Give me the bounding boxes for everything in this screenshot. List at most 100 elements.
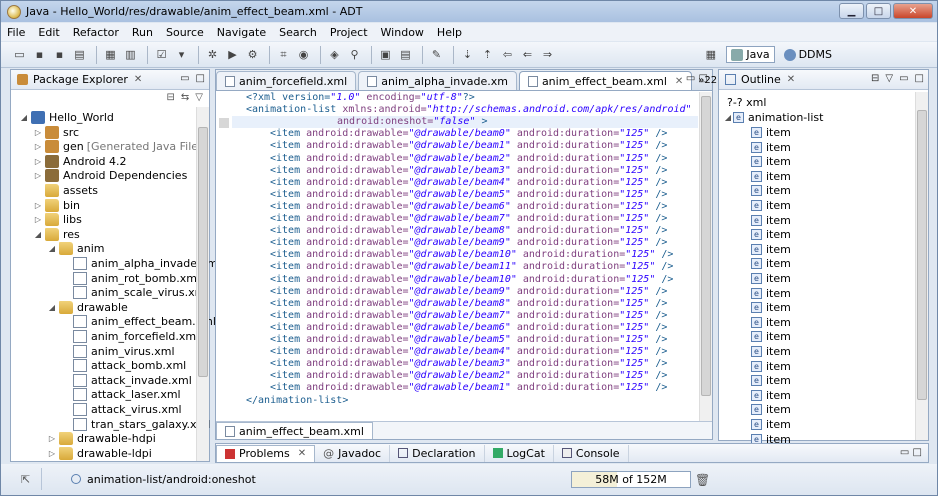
outline-node[interactable]: e item — [751, 169, 791, 184]
tab-javadoc[interactable]: @ Javadoc — [315, 444, 391, 462]
next-annotation-icon[interactable]: ⇣ — [459, 47, 476, 63]
minimize-view-icon[interactable]: ▭ — [180, 73, 189, 84]
last-edit-icon[interactable]: ⇦ — [499, 47, 516, 63]
maximize-view-icon[interactable]: □ — [196, 73, 205, 84]
outline-node[interactable]: e item — [751, 286, 791, 301]
tree-item[interactable]: assets — [33, 183, 98, 198]
expand-toggle-icon[interactable]: ◢ — [33, 230, 43, 239]
new-icon[interactable]: ▭ — [11, 47, 28, 63]
menu-window[interactable]: Window — [381, 26, 424, 39]
new-project-icon[interactable]: ⌗ — [275, 47, 292, 63]
expand-toggle-icon[interactable]: ▷ — [33, 128, 43, 137]
garbage-collect-icon[interactable]: 🗑 — [695, 473, 710, 487]
explorer-scrollbar[interactable] — [196, 107, 209, 461]
outline-node[interactable]: e item — [751, 373, 791, 388]
tree-item[interactable]: anim_virus.xml — [61, 344, 175, 359]
perspective-ddms[interactable]: DDMS — [779, 46, 837, 63]
outline-node[interactable]: e item — [751, 402, 791, 417]
tree-item[interactable]: ▷ bin — [33, 198, 80, 213]
tree-item[interactable]: tran_stars_galaxy.xml — [61, 417, 210, 432]
outline-node[interactable]: ?-? xml — [727, 95, 766, 110]
print-icon[interactable]: ▤ — [71, 47, 88, 63]
close-button[interactable]: ✕ — [893, 3, 933, 19]
tree-item[interactable]: ◢ res — [33, 227, 80, 242]
outline-node[interactable]: e item — [751, 198, 791, 213]
expand-toggle-icon[interactable]: ◢ — [47, 244, 57, 253]
tree-item[interactable]: ▷ Android 4.2 — [33, 154, 127, 169]
outline-node[interactable]: e item — [751, 271, 791, 286]
outline-node[interactable]: e item — [751, 359, 791, 374]
minimize-view-icon[interactable]: ▭ — [900, 447, 909, 458]
collapse-all-icon[interactable]: ⊟ — [871, 73, 879, 84]
outline-node[interactable]: e item — [751, 183, 791, 198]
editor-scroll-thumb[interactable] — [701, 96, 711, 396]
menu-navigate[interactable]: Navigate — [217, 26, 266, 39]
debug-icon[interactable]: ✲ — [204, 47, 221, 63]
edit-icon[interactable]: ✎ — [428, 47, 445, 63]
editor-scrollbar[interactable] — [699, 92, 712, 421]
checklist-icon[interactable]: ☑ — [153, 47, 170, 63]
tab-anim-alpha-invade[interactable]: anim_alpha_invade.xm — [358, 71, 517, 90]
menu-search[interactable]: Search — [279, 26, 317, 39]
perspective-java[interactable]: Java — [726, 46, 775, 63]
tab-logcat[interactable]: LogCat — [485, 444, 554, 462]
expand-toggle-icon[interactable]: ◢ — [723, 113, 733, 122]
fast-view-icon[interactable]: ⇱ — [21, 473, 30, 486]
outline-node[interactable]: e item — [751, 213, 791, 228]
outline-node[interactable]: e item — [751, 154, 791, 169]
tab-console[interactable]: Console — [554, 444, 629, 462]
tab-anim-forcefield[interactable]: anim_forcefield.xml — [216, 71, 357, 90]
open-task-icon[interactable]: ▣ — [377, 47, 394, 63]
menu-edit[interactable]: Edit — [38, 26, 59, 39]
maximize-view-icon[interactable]: □ — [913, 447, 922, 458]
close-tab-icon[interactable]: ✕ — [298, 448, 306, 459]
tree-item[interactable]: anim_rot_bomb.xml — [61, 271, 200, 286]
prev-annotation-icon[interactable]: ⇡ — [479, 47, 496, 63]
save-all-icon[interactable]: ▪ — [51, 47, 68, 63]
external-tools-icon[interactable]: ⚙ — [244, 47, 261, 63]
expand-toggle-icon[interactable]: ▷ — [47, 449, 57, 458]
tree-item[interactable]: ▷ drawable-hdpi — [47, 431, 156, 446]
close-tab-icon[interactable]: ✕ — [675, 76, 683, 87]
close-view-icon[interactable]: ✕ — [134, 74, 142, 85]
minimize-button[interactable]: ▁ — [839, 3, 864, 19]
tree-item[interactable]: ▷ gen [Generated Java Files] — [33, 139, 208, 154]
expand-toggle-icon[interactable]: ▷ — [33, 171, 43, 180]
collapse-all-icon[interactable]: ⊟ — [167, 92, 175, 103]
source-mode-tab[interactable]: anim_effect_beam.xml — [216, 422, 373, 439]
expand-toggle-icon[interactable]: ▷ — [33, 142, 43, 151]
tree-item[interactable]: attack_invade.xml — [61, 373, 192, 388]
tree-item[interactable]: ◢ anim — [47, 241, 104, 256]
dropdown-arrow-icon[interactable]: ▾ — [173, 47, 190, 63]
outline-node[interactable]: e item — [751, 140, 791, 155]
minimize-editor-icon[interactable]: ▭ — [686, 73, 695, 84]
menu-source[interactable]: Source — [166, 26, 204, 39]
outline-scrollbar[interactable] — [915, 92, 928, 440]
save-icon[interactable]: ▪ — [31, 47, 48, 63]
expand-toggle-icon[interactable]: ◢ — [47, 303, 57, 312]
outline-node[interactable]: e item — [751, 300, 791, 315]
maximize-button[interactable]: □ — [866, 3, 891, 19]
menu-help[interactable]: Help — [437, 26, 462, 39]
tree-item[interactable]: ▷ libs — [33, 212, 82, 227]
view-menu-icon[interactable]: ▽ — [885, 73, 893, 84]
tree-item[interactable]: anim_scale_virus.xml — [61, 285, 208, 300]
forward-icon[interactable]: ⇒ — [539, 47, 556, 63]
outline-node[interactable]: e item — [751, 329, 791, 344]
xml-code-view[interactable]: <?xml version="1.0" encoding="utf-8"?> <a… — [232, 92, 698, 421]
tree-item[interactable]: anim_effect_beam.xml — [61, 314, 216, 329]
outline-node[interactable]: e item — [751, 256, 791, 271]
tree-item[interactable]: ◢ drawable — [47, 300, 128, 315]
tree-item[interactable]: ▷ drawable-ldpi — [47, 446, 152, 461]
tree-item[interactable]: attack_virus.xml — [61, 402, 182, 417]
expand-toggle-icon[interactable]: ▷ — [33, 201, 43, 210]
outline-node[interactable]: e item — [751, 242, 791, 257]
expand-toggle-icon[interactable]: ▷ — [33, 157, 43, 166]
tree-item[interactable]: attack_laser.xml — [61, 387, 181, 402]
heap-status[interactable]: 58M of 152M — [571, 471, 691, 488]
tab-declaration[interactable]: Declaration — [390, 444, 485, 462]
expand-toggle-icon[interactable]: ▷ — [33, 215, 43, 224]
menu-file[interactable]: File — [7, 26, 25, 39]
open-perspective-icon[interactable]: ▦ — [702, 47, 719, 63]
link-with-editor-icon[interactable]: ⇆ — [181, 92, 189, 103]
